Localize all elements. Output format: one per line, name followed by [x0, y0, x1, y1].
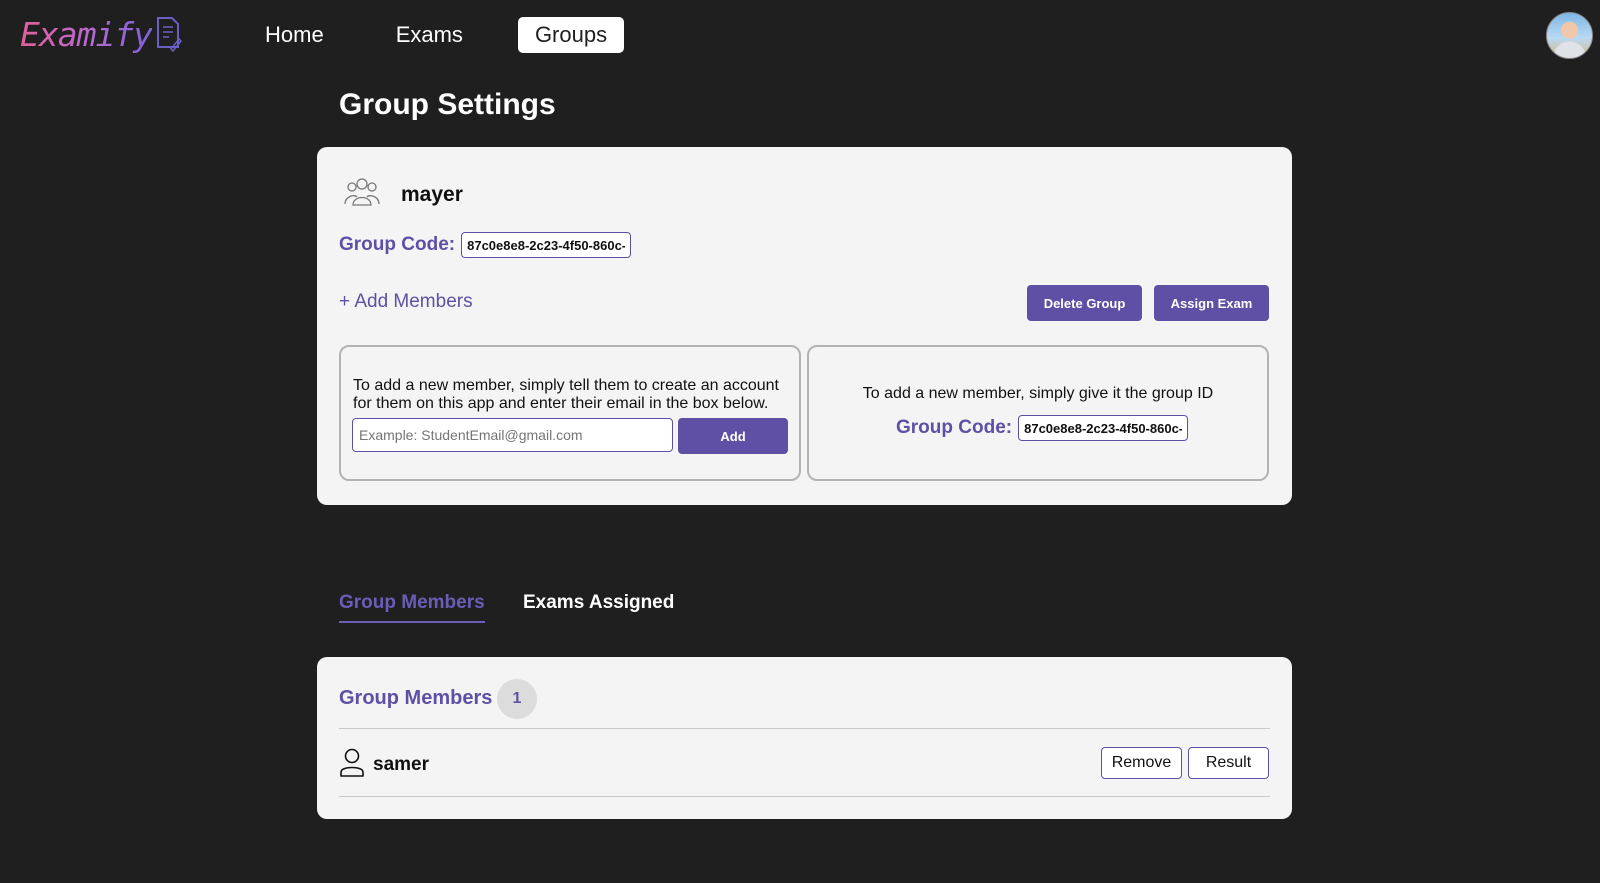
- member-count-badge: 1: [497, 679, 537, 719]
- document-edit-icon: [154, 16, 183, 52]
- add-by-email-instructions: To add a new member, simply tell them to…: [353, 377, 779, 412]
- members-title: Group Members: [339, 687, 493, 709]
- email-field[interactable]: [352, 418, 673, 452]
- app-logo[interactable]: Examify: [20, 12, 183, 56]
- add-by-code-panel: To add a new member, simply give it the …: [807, 345, 1269, 481]
- group-members-card: Group Members 1 samer Remove Result: [317, 657, 1292, 819]
- panel-group-code-row: Group Code:: [896, 415, 1189, 441]
- panel-group-code-field[interactable]: [1018, 415, 1189, 441]
- group-code-row: Group Code:: [339, 232, 632, 258]
- group-settings-card: mayer Group Code: + Add Members Delete G…: [317, 147, 1292, 505]
- tab-exams-assigned[interactable]: Exams Assigned: [523, 592, 674, 614]
- delete-group-button[interactable]: Delete Group: [1027, 285, 1142, 321]
- nav-groups[interactable]: Groups: [517, 17, 625, 53]
- user-avatar[interactable]: [1546, 12, 1593, 59]
- nav-exams[interactable]: Exams: [379, 17, 480, 53]
- panel-group-code-label: Group Code:: [896, 417, 1013, 438]
- nav-home[interactable]: Home: [248, 17, 341, 53]
- add-members-link[interactable]: + Add Members: [339, 291, 473, 313]
- remove-member-button[interactable]: Remove: [1101, 747, 1182, 779]
- assign-exam-button[interactable]: Assign Exam: [1154, 285, 1269, 321]
- member-result-button[interactable]: Result: [1188, 747, 1269, 779]
- main-nav: Home Exams Groups: [248, 17, 662, 53]
- group-code-field[interactable]: [461, 232, 632, 258]
- user-icon: [339, 748, 365, 783]
- group-header: mayer: [343, 177, 463, 212]
- group-icon: [343, 177, 381, 212]
- member-name: samer: [373, 754, 429, 775]
- add-by-code-instructions: To add a new member, simply give it the …: [862, 385, 1214, 402]
- tab-group-members[interactable]: Group Members: [339, 592, 485, 623]
- app-name: Examify: [20, 14, 153, 54]
- add-member-button[interactable]: Add: [678, 418, 788, 454]
- group-code-label: Group Code:: [339, 234, 456, 255]
- add-by-email-panel: To add a new member, simply tell them to…: [339, 345, 801, 481]
- page-title: Group Settings: [339, 88, 556, 121]
- divider: [339, 796, 1270, 797]
- divider: [339, 728, 1270, 729]
- group-name: mayer: [401, 182, 463, 206]
